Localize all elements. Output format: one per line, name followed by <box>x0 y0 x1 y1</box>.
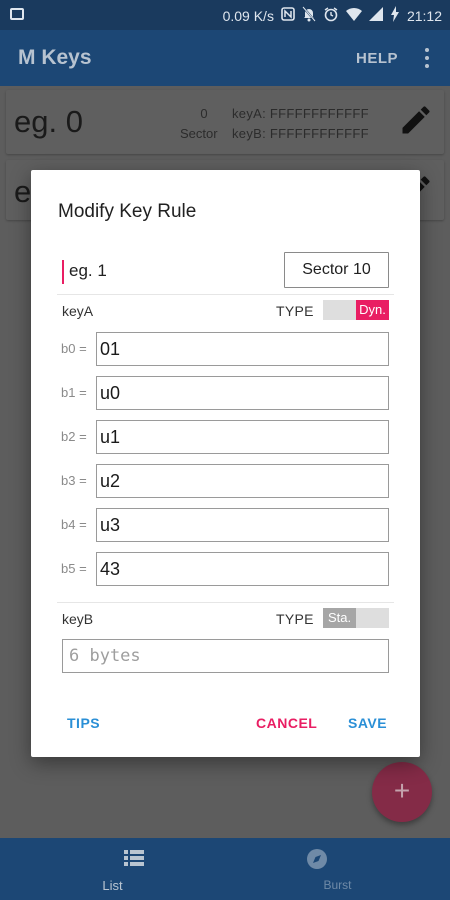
dialog-title: Modify Key Rule <box>58 201 197 222</box>
bottom-navigation: List Burst <box>0 838 450 900</box>
byte-input-b2[interactable]: u1 <box>96 420 389 454</box>
byte-label: b2 = <box>61 429 87 444</box>
signal-icon <box>368 7 383 24</box>
nfc-icon <box>281 7 295 24</box>
status-bar: 0.09 K/s 21:12 <box>0 0 450 30</box>
notifications-off-icon <box>302 6 316 25</box>
plus-icon: + <box>393 775 411 806</box>
card-keya: keyA: FFFFFFFFFFFF <box>232 106 369 121</box>
byte-row-b5: b5 = 43 <box>61 552 389 586</box>
status-icons: 0.09 K/s 21:12 <box>223 6 442 25</box>
text-cursor <box>62 260 64 284</box>
byte-label: b5 = <box>61 561 87 576</box>
card-sector: 0 Sector <box>180 104 228 144</box>
keyb-label: keyB <box>62 611 94 627</box>
nav-label-burst: Burst <box>323 878 352 892</box>
divider <box>57 602 394 603</box>
alarm-icon <box>323 6 339 25</box>
keya-type-label: TYPE <box>276 303 314 319</box>
card-name: e <box>14 174 32 209</box>
byte-row-b1: b1 = u0 <box>61 376 389 410</box>
byte-input-b5[interactable]: 43 <box>96 552 389 586</box>
sector-number: 0 <box>200 106 208 121</box>
keya-type-toggle[interactable]: Dyn. <box>323 300 389 320</box>
rule-name-value: eg. 1 <box>69 261 107 280</box>
image-notification-icon <box>10 8 24 20</box>
edit-icon[interactable] <box>398 102 434 138</box>
rule-name-input[interactable]: eg. 1 <box>62 258 242 286</box>
card-keys: keyA: FFFFFFFFFFFF keyB: FFFFFFFFFFFF <box>232 104 369 144</box>
nav-item-burst[interactable]: Burst <box>225 838 450 900</box>
byte-label: b0 = <box>61 341 87 356</box>
keyb-type-toggle[interactable]: Sta. <box>323 608 389 628</box>
byte-row-b4: b4 = u3 <box>61 508 389 542</box>
nav-item-list[interactable]: List <box>0 838 225 900</box>
byte-row-b0: b0 = 01 <box>61 332 389 366</box>
keyb-input[interactable]: 6 bytes <box>62 639 389 673</box>
tips-button[interactable]: TIPS <box>67 715 100 731</box>
cancel-button[interactable]: CANCEL <box>256 715 317 731</box>
clock: 21:12 <box>406 7 442 24</box>
card-name: eg. 0 <box>14 104 83 139</box>
byte-input-b0[interactable]: 01 <box>96 332 389 366</box>
add-button[interactable]: + <box>372 762 432 822</box>
sector-label: Sector <box>180 126 218 141</box>
app-title: M Keys <box>18 46 92 69</box>
byte-row-b2: b2 = u1 <box>61 420 389 454</box>
app-bar: M Keys HELP <box>0 30 450 86</box>
wifi-icon <box>345 7 362 24</box>
list-icon <box>124 850 144 871</box>
net-speed: 0.09 K/s <box>222 7 274 24</box>
overflow-menu-icon[interactable] <box>418 46 436 70</box>
card-keyb: keyB: FFFFFFFFFFFF <box>232 126 369 141</box>
compass-icon <box>306 848 328 875</box>
help-button[interactable]: HELP <box>356 50 398 67</box>
battery-charging-icon <box>390 6 400 25</box>
sector-button[interactable]: Sector 10 <box>284 252 389 288</box>
nav-label-list: List <box>102 878 123 893</box>
keya-type-value: Dyn. <box>356 300 389 320</box>
byte-row-b3: b3 = u2 <box>61 464 389 498</box>
save-button[interactable]: SAVE <box>348 715 387 731</box>
byte-input-b3[interactable]: u2 <box>96 464 389 498</box>
byte-label: b3 = <box>61 473 87 488</box>
modify-key-rule-dialog: Modify Key Rule eg. 1 Sector 10 keyA TYP… <box>31 170 420 757</box>
divider <box>57 294 394 295</box>
byte-label: b4 = <box>61 517 87 532</box>
key-rule-card[interactable]: eg. 0 0 Sector keyA: FFFFFFFFFFFF keyB: … <box>6 90 444 154</box>
byte-label: b1 = <box>61 385 87 400</box>
keyb-type-label: TYPE <box>276 611 314 627</box>
byte-input-b4[interactable]: u3 <box>96 508 389 542</box>
keyb-type-value: Sta. <box>323 608 356 628</box>
keya-label: keyA <box>62 303 94 319</box>
byte-input-b1[interactable]: u0 <box>96 376 389 410</box>
